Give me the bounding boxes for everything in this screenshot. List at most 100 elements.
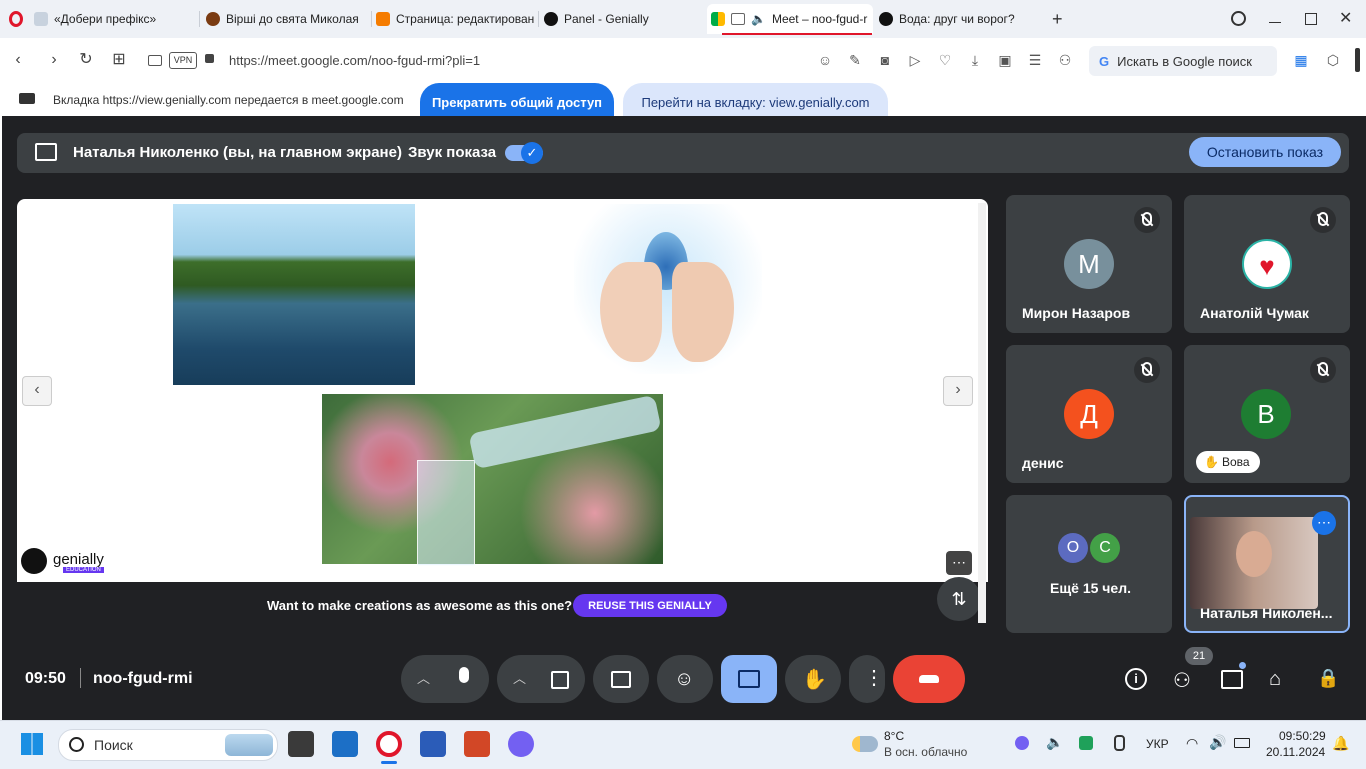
- clock-time[interactable]: 09:50:29: [1279, 729, 1326, 743]
- tab-voda[interactable]: Вода: друг чи ворог?: [879, 4, 1039, 34]
- slide-prev-button[interactable]: ‹: [22, 376, 52, 406]
- close-window-icon[interactable]: ✕: [1339, 8, 1352, 28]
- vpn-badge[interactable]: VPN: [169, 52, 197, 69]
- google-search-field[interactable]: G Искать в Google поиск: [1089, 46, 1277, 76]
- raise-hand-button[interactable]: ✋: [785, 655, 841, 703]
- participants-count-badge: 21: [1185, 647, 1213, 665]
- participant-tile[interactable]: ♥ Анатолій Чумак: [1184, 195, 1350, 333]
- document-favicon-icon: [34, 12, 48, 26]
- tab-search-icon[interactable]: [1231, 11, 1246, 26]
- security-tray-icon[interactable]: [1079, 736, 1093, 750]
- activities-icon[interactable]: ⌂: [1269, 668, 1293, 692]
- viber-icon[interactable]: [508, 731, 534, 757]
- slide-more-button[interactable]: ⋯: [946, 551, 972, 575]
- easy-setup-icon[interactable]: ☰: [1027, 52, 1043, 68]
- extensions-box-icon[interactable]: ⬡: [1325, 52, 1341, 68]
- slide-next-button[interactable]: ›: [943, 376, 973, 406]
- cta-text: Want to make creations as awesome as thi…: [267, 598, 573, 613]
- tab-dobery-prefiks[interactable]: «Добери префікс»: [34, 4, 194, 34]
- captions-button[interactable]: [593, 655, 649, 703]
- swap-layout-button[interactable]: ⇅: [937, 577, 981, 621]
- minimize-icon[interactable]: [1269, 22, 1281, 23]
- tab-meet[interactable]: 🔈 Meet – noo-fgud-r: [707, 4, 873, 34]
- check-icon[interactable]: ✓: [521, 142, 543, 164]
- participant-tile[interactable]: М Мирон Назаров: [1006, 195, 1172, 333]
- participant-tile[interactable]: В ✋ Вова: [1184, 345, 1350, 483]
- pip-icon[interactable]: [731, 13, 745, 25]
- raised-hand-name-chip: ✋ Вова: [1196, 451, 1260, 473]
- notification-bell-icon[interactable]: 🔔: [1332, 735, 1349, 752]
- new-tab-plus-icon[interactable]: +: [1052, 9, 1063, 30]
- tab-virshi[interactable]: Вірші до свята Миколая: [206, 4, 366, 34]
- chevron-up-icon[interactable]: ︿: [513, 668, 526, 687]
- participant-tile[interactable]: Д денис: [1006, 345, 1172, 483]
- reload-icon[interactable]: ↻: [76, 50, 96, 70]
- reactions-button[interactable]: ☺: [657, 655, 713, 703]
- back-icon[interactable]: ‹: [8, 50, 28, 70]
- more-options-button[interactable]: ⋮: [849, 655, 885, 703]
- url-field[interactable]: https://meet.google.com/noo-fgud-rmi?pli…: [229, 53, 480, 68]
- weather-temp: 8°C: [884, 729, 905, 743]
- microphone-tray-icon[interactable]: [1114, 735, 1125, 751]
- captions-icon: [611, 671, 631, 688]
- task-view-icon[interactable]: [288, 731, 314, 757]
- participant-name: Мирон Назаров: [1022, 305, 1131, 321]
- right-hand-shape: [672, 262, 734, 362]
- profile-icon[interactable]: ⚇: [1057, 52, 1073, 68]
- tab-title: Panel - Genially: [564, 12, 649, 26]
- shared-presentation[interactable]: ‹ › genially EDUCATION ⋯: [17, 199, 988, 582]
- battery-icon[interactable]: [1234, 738, 1250, 748]
- opera-taskbar-icon[interactable]: [376, 731, 402, 757]
- powerpoint-icon[interactable]: [464, 731, 490, 757]
- viber-tray-icon[interactable]: [1015, 736, 1029, 750]
- hand-icon: ✋: [802, 669, 827, 691]
- sidebar-icon[interactable]: ▦: [1293, 52, 1309, 68]
- presentation-scrollbar[interactable]: [978, 203, 986, 623]
- people-icon[interactable]: ⚇: [1173, 668, 1197, 692]
- weather-desc: В осн. облачно: [884, 745, 968, 759]
- restore-icon[interactable]: [1305, 13, 1317, 25]
- clock-date[interactable]: 20.11.2024: [1266, 745, 1325, 759]
- glass-shape: [417, 460, 475, 566]
- download-icon[interactable]: ⤓: [967, 52, 983, 68]
- camera-permission-icon[interactable]: [148, 55, 162, 66]
- stop-presenting-button[interactable]: Остановить показ: [1189, 137, 1341, 167]
- genially-favicon-icon: [879, 12, 893, 26]
- mic-off-icon: [1310, 357, 1336, 383]
- microsoft-store-icon[interactable]: [332, 731, 358, 757]
- avatar: Д: [1064, 389, 1114, 439]
- volume-tray-icon[interactable]: 🔈: [1046, 734, 1063, 751]
- page-favicon-icon: [206, 12, 220, 26]
- taskbar-search[interactable]: Поиск: [58, 729, 278, 761]
- wifi-icon[interactable]: ◠: [1186, 735, 1198, 752]
- tab-blogger-edit[interactable]: Страница: редактирован: [376, 4, 534, 34]
- emoji-icon[interactable]: ☺: [817, 52, 833, 68]
- meeting-info-icon[interactable]: i: [1125, 668, 1149, 692]
- send-icon[interactable]: ▷: [907, 52, 923, 68]
- wallet-icon[interactable]: ▣: [997, 52, 1013, 68]
- forward-icon[interactable]: ›: [44, 50, 64, 70]
- word-icon[interactable]: [420, 731, 446, 757]
- snapshot-icon[interactable]: ◙: [877, 52, 893, 68]
- reuse-genially-button[interactable]: REUSE THIS GENIALLY: [573, 594, 727, 617]
- more-participants-tile[interactable]: О С Ещё 15 чел.: [1006, 495, 1172, 633]
- bookmark-heart-icon[interactable]: ♡: [937, 52, 953, 68]
- tab-genially-panel[interactable]: Panel - Genially: [544, 4, 704, 34]
- more-options-icon[interactable]: ⋯: [1312, 511, 1336, 535]
- chevron-up-icon[interactable]: ︿: [417, 668, 430, 687]
- opera-logo-icon[interactable]: [9, 11, 23, 27]
- speaker-tray-icon[interactable]: 🔊: [1209, 734, 1226, 751]
- self-video-tile[interactable]: ⋯ Наталья Николен...: [1184, 495, 1350, 633]
- host-controls-lock-icon[interactable]: 🔒: [1317, 668, 1341, 692]
- input-language[interactable]: УКР: [1146, 737, 1169, 751]
- camera-icon[interactable]: [551, 671, 569, 689]
- leave-call-button[interactable]: [893, 655, 965, 703]
- windows-start-icon[interactable]: [21, 733, 43, 755]
- speaker-icon[interactable]: 🔈: [751, 12, 766, 26]
- chat-icon[interactable]: [1221, 668, 1245, 692]
- tab-separator: [371, 11, 372, 27]
- microphone-icon[interactable]: [459, 667, 469, 683]
- speed-dial-icon[interactable]: ⊞: [109, 50, 129, 70]
- edit-icon[interactable]: ✎: [847, 52, 863, 68]
- present-button[interactable]: [721, 655, 777, 703]
